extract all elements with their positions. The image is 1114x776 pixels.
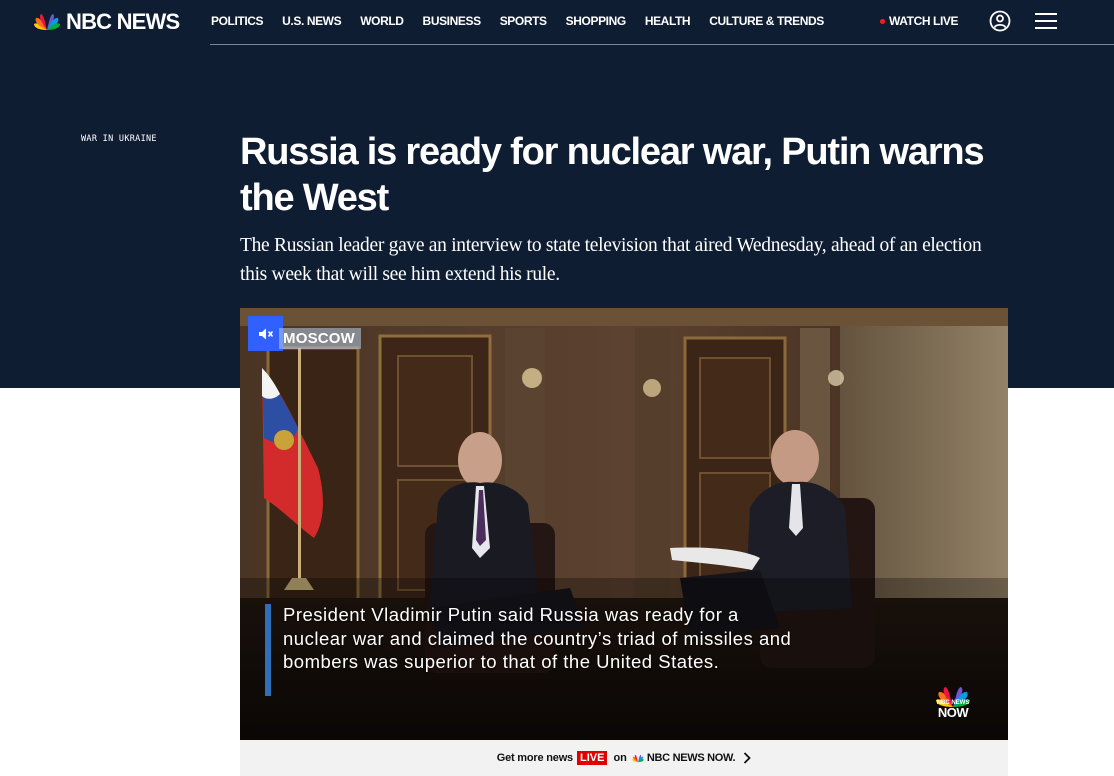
video-caption: President Vladimir Putin said Russia was… [283, 604, 792, 672]
nav-link-shopping[interactable]: SHOPPING [566, 14, 627, 28]
nav-link-health[interactable]: HEALTH [645, 14, 691, 28]
mute-button[interactable] [248, 316, 283, 351]
nav-link-sports[interactable]: SPORTS [500, 14, 547, 28]
article-dek: The Russian leader gave an interview to … [240, 235, 982, 285]
nav-link-politics[interactable]: POLITICS [211, 14, 264, 28]
promo-on-text: on [613, 752, 627, 764]
promo-brand: NBC NEWS NOW. [646, 752, 736, 764]
nav-link-world[interactable]: WORLD [360, 14, 404, 28]
watch-live-label: WATCH LIVE [889, 14, 959, 28]
top-navigation: NBC NEWS POLITICS U.S. NEWS WORLD BUSINE… [0, 0, 1114, 44]
video-player[interactable]: MOSCOW President Vladimir Putin said Rus… [240, 308, 1008, 740]
article-headline: Russia is ready for nuclear war, Putin w… [240, 131, 985, 219]
section-nav: POLITICS U.S. NEWS WORLD BUSINESS SPORTS… [211, 14, 843, 28]
logo-text: NBC NEWS [66, 9, 180, 34]
promo-live-badge: LIVE [576, 751, 608, 765]
nbc-news-now-promo[interactable]: Get more news LIVE on NBC NEWS NOW. [240, 740, 1008, 776]
live-dot-icon [880, 18, 885, 24]
peacock-icon [632, 754, 644, 762]
account-icon[interactable] [989, 10, 1011, 32]
nav-divider [210, 44, 1114, 45]
nbc-news-logo[interactable]: NBC NEWS [32, 8, 180, 36]
video-frame [240, 308, 1008, 740]
watch-live-link[interactable]: WATCH LIVE [880, 14, 959, 28]
promo-prefix: Get more news [496, 752, 573, 764]
speaker-muted-icon [258, 328, 273, 339]
nbc-news-now-watermark: NBC NEWS NOW [934, 700, 972, 719]
article-eyebrow[interactable]: WAR IN UKRAINE [81, 134, 157, 144]
caption-accent-bar [265, 604, 271, 696]
hamburger-menu-icon[interactable] [1035, 11, 1057, 31]
peacock-icon [34, 14, 60, 30]
nav-link-business[interactable]: BUSINESS [423, 14, 482, 28]
nav-link-us-news[interactable]: U.S. NEWS [282, 14, 341, 28]
nav-link-culture-trends[interactable]: CULTURE & TRENDS [709, 14, 824, 28]
location-label: MOSCOW [279, 328, 362, 349]
watermark-big-text: NOW [937, 705, 969, 720]
chevron-right-icon [744, 752, 752, 764]
